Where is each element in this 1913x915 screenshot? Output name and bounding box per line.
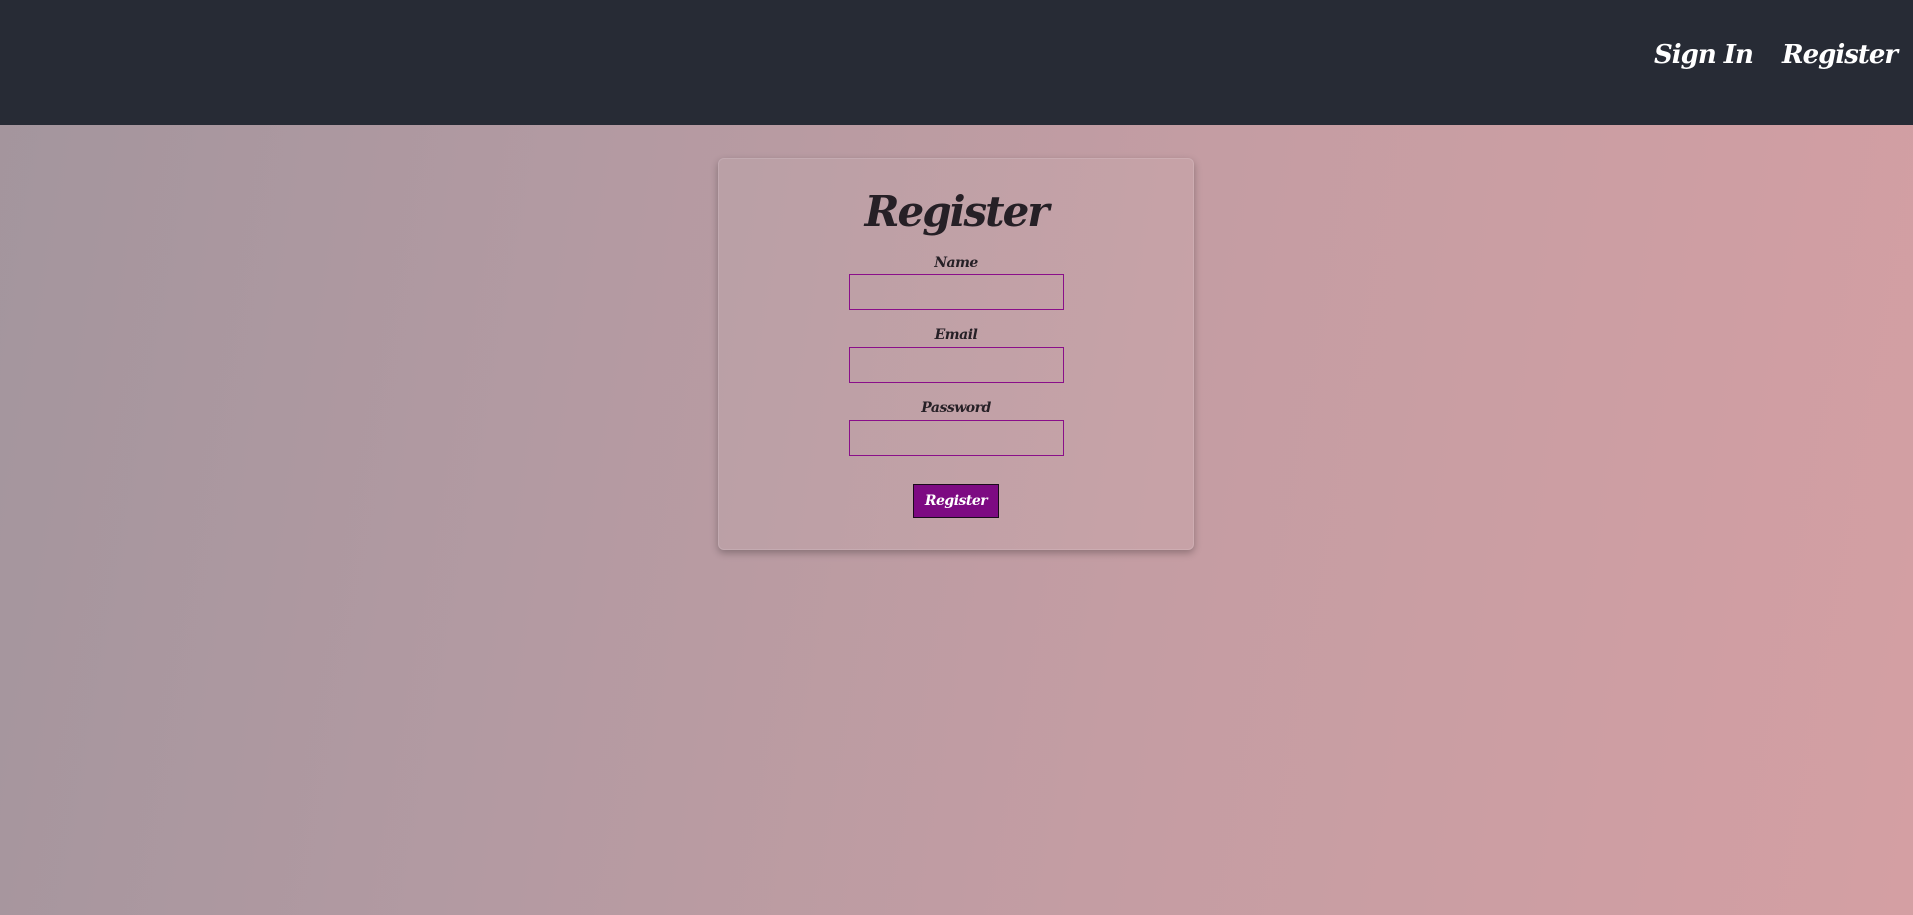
password-input[interactable]	[849, 420, 1064, 456]
page-title: Register	[864, 187, 1050, 236]
register-submit-button[interactable]: Register	[913, 484, 999, 518]
email-label: Email	[934, 327, 978, 343]
email-input[interactable]	[849, 347, 1064, 383]
name-label: Name	[934, 255, 978, 271]
name-input[interactable]	[849, 274, 1064, 310]
nav-sign-in-link[interactable]: Sign In	[1654, 40, 1754, 70]
password-label: Password	[921, 400, 991, 416]
register-card: Register Name Email Password Register	[718, 158, 1194, 550]
top-navbar: Sign In Register	[0, 0, 1913, 125]
nav-register-link[interactable]: Register	[1782, 40, 1898, 70]
